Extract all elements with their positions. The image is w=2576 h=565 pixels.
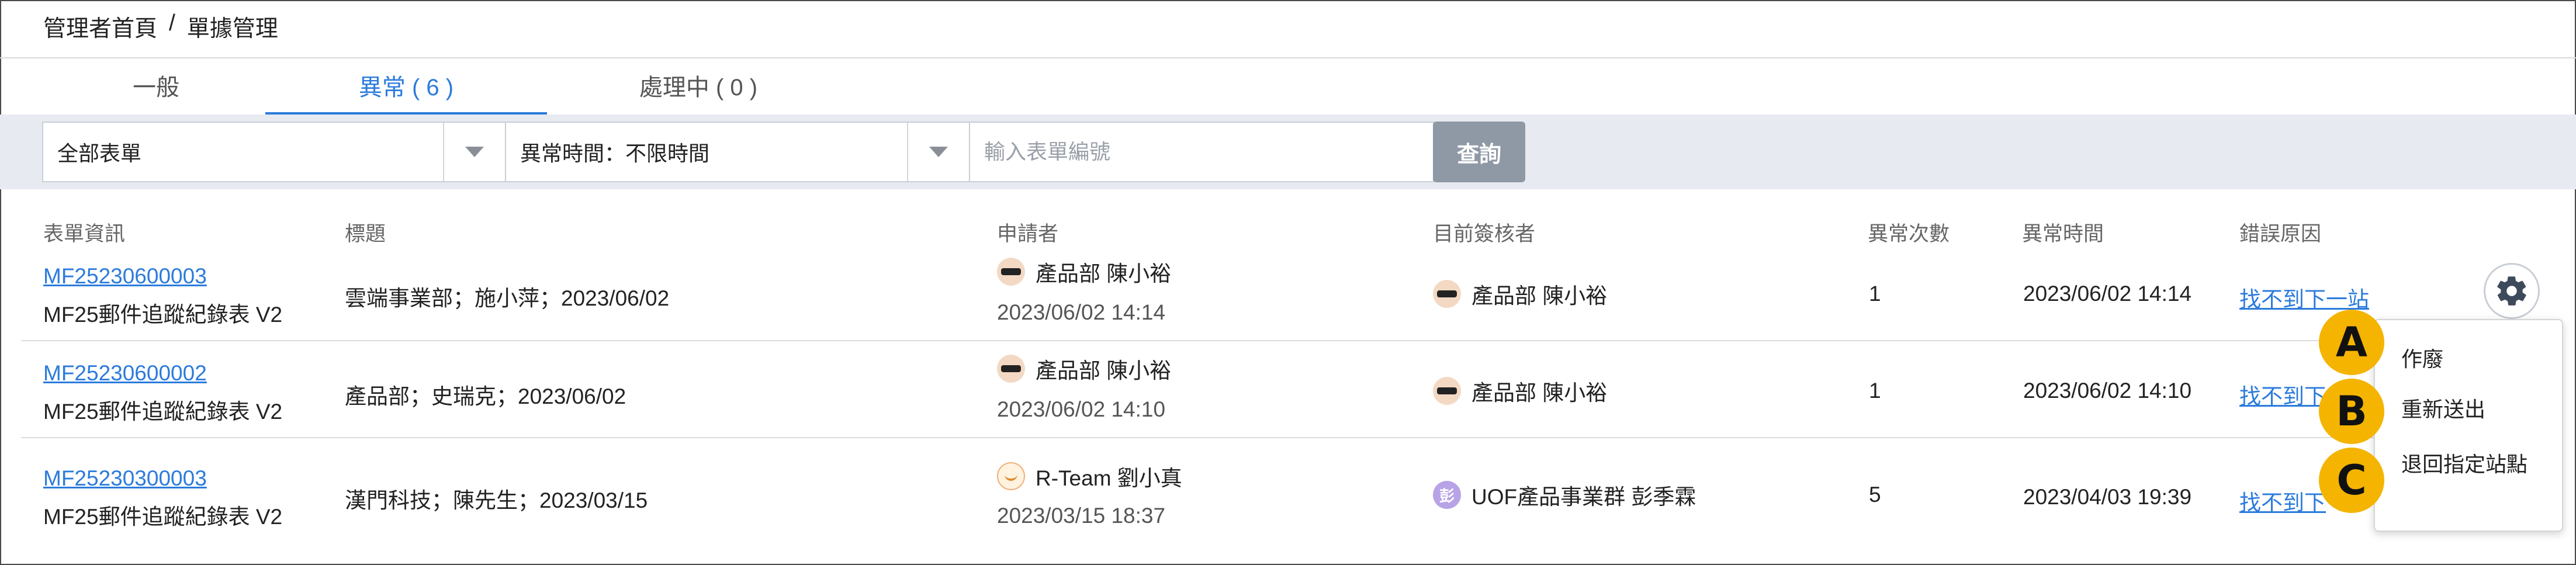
apply-time: 2023/03/15 18:37 — [997, 504, 1166, 528]
form-name: MF25郵件追蹤紀錄表 V2 — [43, 303, 283, 327]
apply-time: 2023/06/02 14:10 — [997, 397, 1166, 421]
chevron-down-icon — [443, 123, 505, 181]
form-id-link[interactable]: MF25230600002 — [43, 361, 207, 386]
menu-item-return-to-station[interactable]: 退回指定站點 — [2401, 448, 2527, 478]
query-button[interactable]: 查詢 — [1433, 122, 1525, 182]
applicant-name: 產品部 陳小裕 — [1036, 262, 1172, 286]
breadcrumb: 管理者首頁 / 單據管理 — [43, 11, 278, 43]
exception-time: 2023/06/02 14:14 — [2023, 282, 2192, 306]
form-name: MF25郵件追蹤紀錄表 V2 — [43, 505, 283, 529]
form-name: MF25郵件追蹤紀錄表 V2 — [43, 400, 283, 424]
exception-time: 2023/06/02 14:10 — [2023, 379, 2192, 403]
exception-time-value: 異常時間：不限時間 — [520, 141, 710, 165]
header-approver: 目前簽核者 — [1433, 223, 1536, 245]
row-title: 雲端事業部；施小萍；2023/06/02 — [345, 286, 670, 310]
form-id-link[interactable]: MF25230300003 — [43, 466, 207, 491]
row-actions-menu: 作廢 重新送出 退回指定站點 — [2374, 319, 2563, 532]
apply-time: 2023/06/02 14:14 — [997, 300, 1166, 324]
applicant: 產品部 陳小裕 — [997, 256, 1171, 287]
filter-bar: 全部表單 異常時間：不限時間 查詢 — [0, 115, 2576, 189]
header-form-info: 表單資訊 — [43, 223, 126, 245]
row-title: 產品部；史瑞克；2023/06/02 — [345, 384, 626, 408]
callout-badge-b: B — [2319, 379, 2384, 444]
form-type-select[interactable]: 全部表單 — [42, 122, 506, 182]
header-title: 標題 — [345, 223, 386, 245]
exception-count: 5 — [1869, 483, 1881, 507]
approver: 彭 UOF產品事業群 彭季霖 — [1433, 479, 1696, 511]
exception-time: 2023/04/03 19:39 — [2023, 485, 2192, 509]
tab-normal[interactable]: 一般 — [42, 58, 270, 112]
error-reason-link[interactable]: 找不到下一站 — [2239, 282, 2369, 313]
exception-count: 1 — [1869, 379, 1881, 403]
breadcrumb-current: 單據管理 — [186, 16, 278, 41]
row-divider — [21, 340, 2491, 341]
header-exception-time: 異常時間 — [2022, 223, 2104, 245]
applicant: 產品部 陳小裕 — [997, 353, 1171, 384]
callout-badge-c: C — [2319, 448, 2384, 513]
approver: 產品部 陳小裕 — [1433, 278, 1607, 310]
tab-exception[interactable]: 異常 ( 6 ) — [265, 58, 547, 115]
approver-name: UOF產品事業群 彭季霖 — [1471, 485, 1696, 509]
menu-item-resubmit[interactable]: 重新送出 — [2401, 393, 2485, 423]
error-reason-link[interactable]: 找不到下 — [2239, 485, 2326, 517]
gear-icon — [2497, 276, 2526, 306]
avatar — [997, 355, 1025, 383]
error-reason-link[interactable]: 找不到下 — [2239, 379, 2326, 410]
breadcrumb-separator: / — [169, 11, 175, 36]
header-error-reason: 錯誤原因 — [2239, 223, 2322, 245]
row-title: 漢門科技；陳先生；2023/03/15 — [345, 488, 648, 512]
avatar — [997, 462, 1025, 490]
avatar — [1433, 280, 1461, 308]
avatar: 彭 — [1433, 481, 1461, 509]
header-applicant: 申請者 — [997, 223, 1059, 245]
approver-name: 產品部 陳小裕 — [1471, 381, 1608, 405]
exception-count: 1 — [1869, 282, 1881, 306]
row-divider — [21, 437, 2491, 438]
form-type-value: 全部表單 — [57, 141, 142, 165]
approver: 產品部 陳小裕 — [1433, 375, 1607, 407]
menu-item-void[interactable]: 作廢 — [2401, 342, 2443, 373]
callout-badge-a: A — [2319, 310, 2384, 375]
applicant-name: 產品部 陳小裕 — [1036, 359, 1172, 383]
exception-time-select[interactable]: 異常時間：不限時間 — [505, 122, 970, 182]
applicant-name: R-Team 劉小真 — [1036, 466, 1182, 490]
avatar — [997, 258, 1025, 286]
tab-processing[interactable]: 處理中 ( 0 ) — [584, 58, 812, 112]
form-id-link[interactable]: MF25230600003 — [43, 264, 207, 289]
row-actions-button[interactable] — [2484, 263, 2540, 319]
breadcrumb-home[interactable]: 管理者首頁 — [43, 11, 157, 43]
approver-name: 產品部 陳小裕 — [1471, 284, 1608, 308]
chevron-down-icon — [907, 123, 969, 181]
applicant: R-Team 劉小真 — [997, 460, 1182, 492]
avatar — [1433, 377, 1461, 405]
form-number-input[interactable] — [969, 122, 1434, 182]
header-exception-count: 異常次數 — [1868, 223, 1950, 245]
tab-bar: 一般 異常 ( 6 ) 處理中 ( 0 ) — [0, 58, 2576, 115]
